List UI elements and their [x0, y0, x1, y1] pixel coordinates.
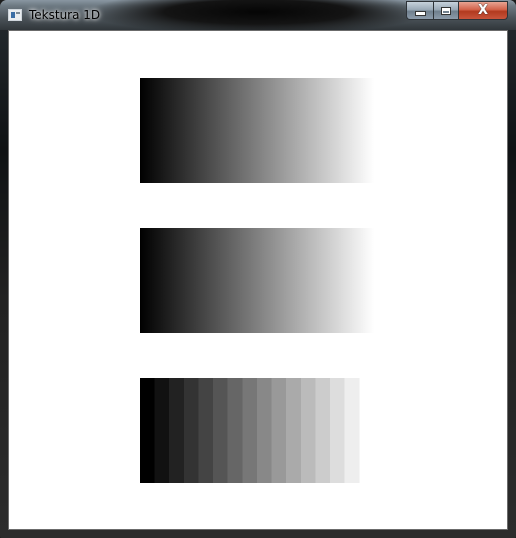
- close-icon: X: [477, 3, 489, 18]
- title-bar[interactable]: Tekstura 1D X: [0, 0, 516, 30]
- render-canvas: [8, 30, 508, 530]
- caption-buttons: X: [406, 1, 508, 20]
- gradient-bar-2: [140, 228, 374, 333]
- minimize-button[interactable]: [406, 1, 433, 20]
- gradient-bar-3: [140, 378, 374, 483]
- close-button[interactable]: X: [459, 1, 508, 20]
- gradient-bar-1: [140, 78, 374, 183]
- maximize-button[interactable]: [433, 1, 459, 20]
- app-window: Tekstura 1D X: [0, 0, 516, 538]
- minimize-icon: [414, 11, 426, 16]
- maximize-icon: [441, 6, 451, 15]
- window-title: Tekstura 1D: [29, 8, 101, 22]
- app-window-icon[interactable]: [8, 9, 22, 21]
